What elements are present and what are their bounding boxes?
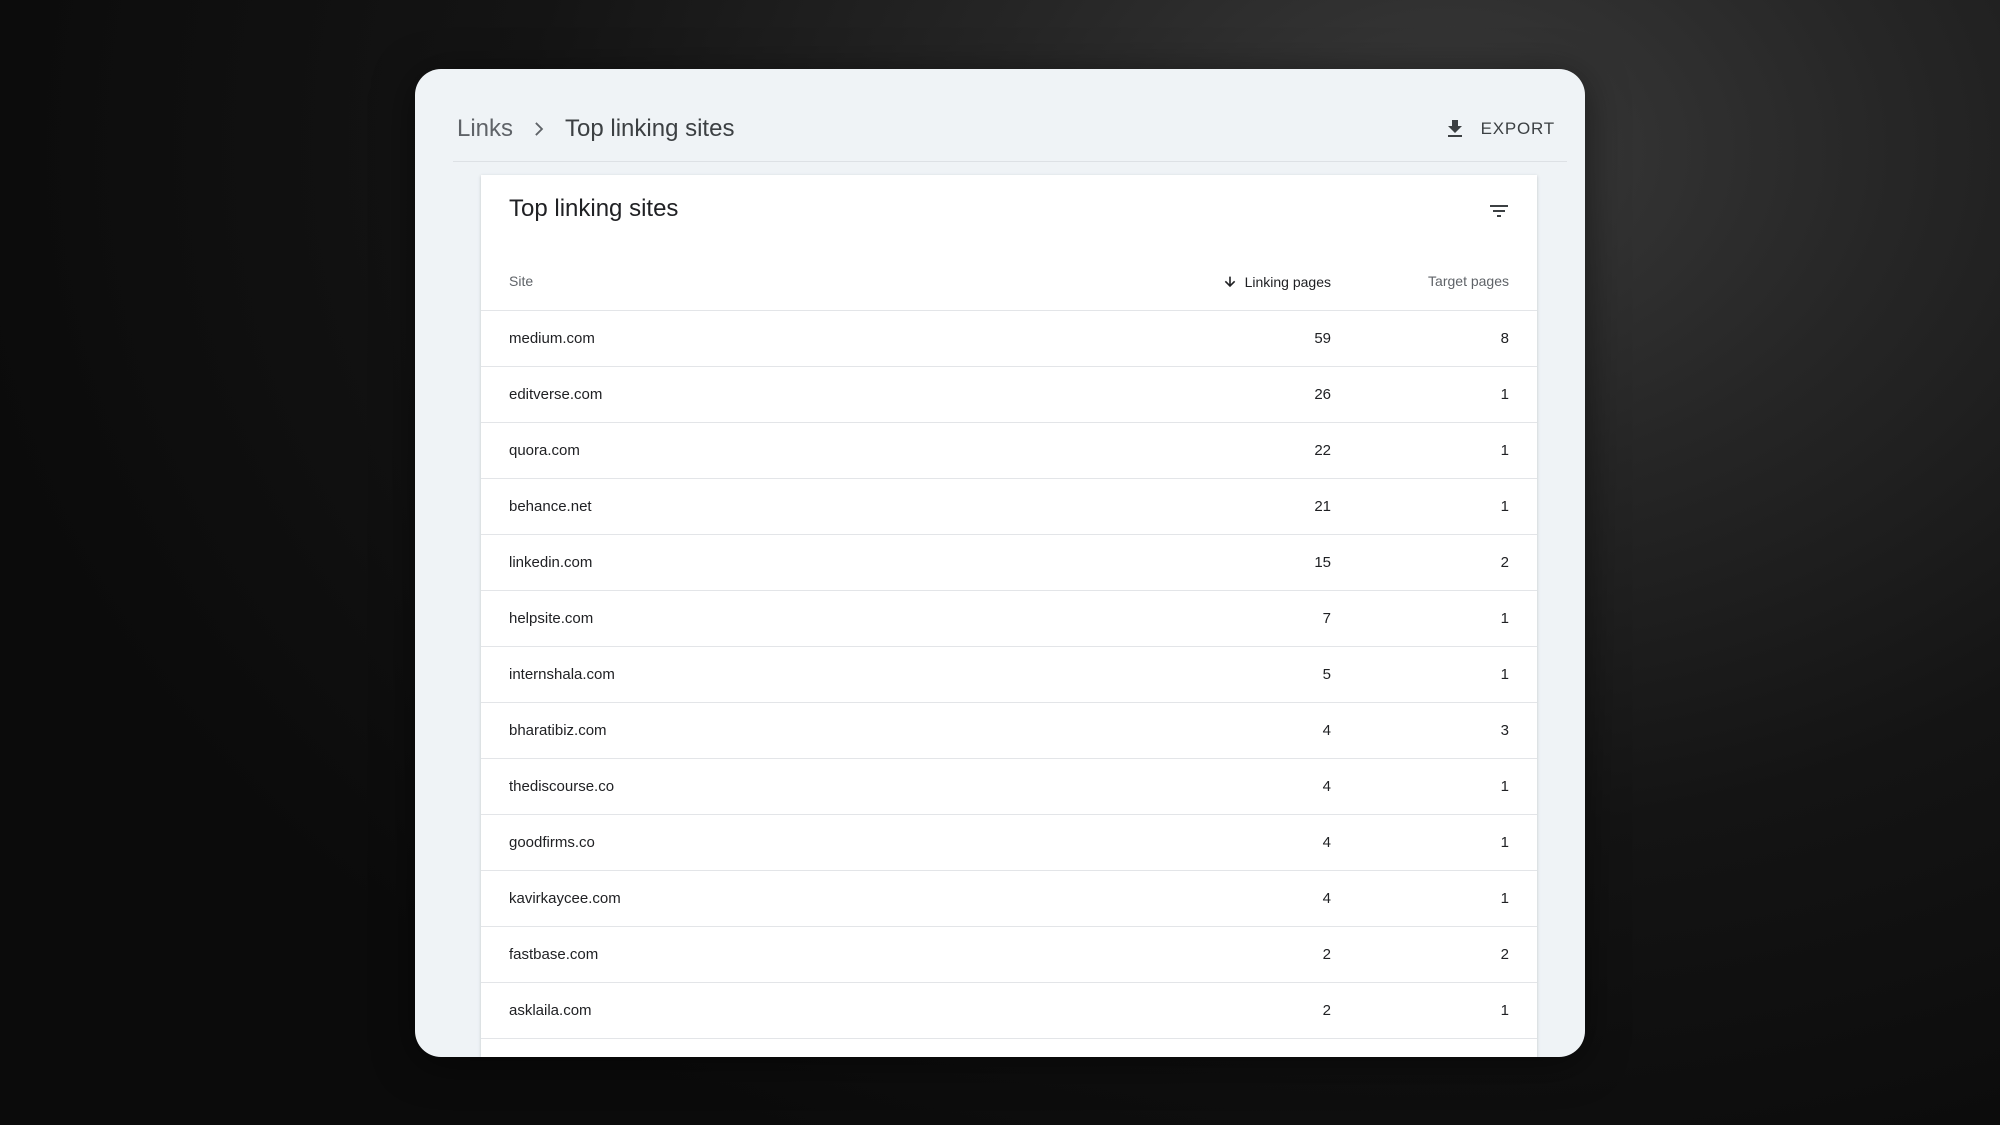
target-pages-cell: 8 bbox=[1500, 330, 1509, 347]
table-row[interactable]: bharatibiz.com 4 3 bbox=[481, 703, 1537, 759]
linking-pages-cell: 5 bbox=[1322, 666, 1331, 683]
top-bar: Links Top linking sites EXPORT bbox=[453, 69, 1567, 162]
target-pages-cell: 1 bbox=[1500, 666, 1509, 683]
table-row[interactable]: editverse.com 26 1 bbox=[481, 367, 1537, 423]
table-row[interactable]: goodfirms.co 4 1 bbox=[481, 815, 1537, 871]
site-cell: quora.com bbox=[509, 442, 580, 459]
target-pages-cell: 1 bbox=[1500, 1002, 1509, 1019]
linking-pages-cell: 59 bbox=[1314, 330, 1331, 347]
table-row[interactable]: internshala.com 5 1 bbox=[481, 647, 1537, 703]
site-cell: bharatibiz.com bbox=[509, 722, 607, 739]
app-window: Links Top linking sites EXPORT Top linki… bbox=[415, 69, 1585, 1057]
site-cell: fastbase.com bbox=[509, 946, 599, 963]
linking-pages-cell: 4 bbox=[1322, 778, 1331, 795]
linking-pages-cell: 21 bbox=[1314, 498, 1331, 515]
site-cell: asklaila.com bbox=[509, 1002, 592, 1019]
breadcrumb: Links Top linking sites bbox=[457, 111, 734, 147]
table-header: Site Linking pages Target pages bbox=[481, 255, 1537, 311]
site-cell: goodfirms.co bbox=[509, 834, 595, 851]
site-cell: editverse.com bbox=[509, 386, 603, 403]
table-row[interactable]: medium.com 59 8 bbox=[481, 311, 1537, 367]
table-body: medium.com 59 8 editverse.com 26 1 quora… bbox=[481, 311, 1537, 1039]
table-row[interactable]: asklaila.com 2 1 bbox=[481, 983, 1537, 1039]
table-row[interactable]: fastbase.com 2 2 bbox=[481, 927, 1537, 983]
top-linking-sites-card: Top linking sites Site Linking pages Tar… bbox=[481, 175, 1537, 1057]
target-pages-cell: 1 bbox=[1500, 610, 1509, 627]
linking-pages-cell: 7 bbox=[1322, 610, 1331, 627]
linking-pages-cell: 4 bbox=[1322, 834, 1331, 851]
linking-pages-cell: 4 bbox=[1322, 722, 1331, 739]
target-pages-cell: 1 bbox=[1500, 498, 1509, 515]
download-icon bbox=[1441, 115, 1469, 143]
target-pages-cell: 1 bbox=[1500, 442, 1509, 459]
target-pages-cell: 1 bbox=[1500, 386, 1509, 403]
column-header-linking-pages[interactable]: Linking pages bbox=[1221, 273, 1331, 291]
site-cell: behance.net bbox=[509, 498, 592, 515]
column-header-site[interactable]: Site bbox=[509, 273, 533, 289]
target-pages-cell: 2 bbox=[1500, 554, 1509, 571]
filter-button[interactable] bbox=[1481, 193, 1517, 229]
site-cell: thediscourse.co bbox=[509, 778, 615, 795]
breadcrumb-links-link[interactable]: Links bbox=[457, 115, 513, 143]
linking-pages-cell: 2 bbox=[1322, 1002, 1331, 1019]
site-cell: internshala.com bbox=[509, 666, 615, 683]
site-cell: linkedin.com bbox=[509, 554, 593, 571]
arrow-down-icon bbox=[1221, 273, 1239, 291]
target-pages-cell: 1 bbox=[1500, 778, 1509, 795]
linking-pages-cell: 15 bbox=[1314, 554, 1331, 571]
linking-pages-cell: 26 bbox=[1314, 386, 1331, 403]
column-header-linking-pages-label: Linking pages bbox=[1244, 274, 1331, 290]
table-row[interactable]: quora.com 22 1 bbox=[481, 423, 1537, 479]
chevron-right-icon bbox=[521, 111, 557, 147]
target-pages-cell: 2 bbox=[1500, 946, 1509, 963]
filter-icon bbox=[1490, 205, 1508, 217]
card-title: Top linking sites bbox=[509, 195, 679, 222]
export-label: EXPORT bbox=[1480, 119, 1555, 138]
breadcrumb-current: Top linking sites bbox=[565, 115, 735, 142]
column-header-target-pages[interactable]: Target pages bbox=[1428, 273, 1509, 289]
linking-pages-cell: 22 bbox=[1314, 442, 1331, 459]
linking-pages-cell: 4 bbox=[1322, 890, 1331, 907]
table-row[interactable]: behance.net 21 1 bbox=[481, 479, 1537, 535]
export-button[interactable]: EXPORT bbox=[1441, 111, 1555, 147]
table-row[interactable]: thediscourse.co 4 1 bbox=[481, 759, 1537, 815]
site-cell: medium.com bbox=[509, 330, 595, 347]
linking-pages-cell: 2 bbox=[1322, 946, 1331, 963]
target-pages-cell: 1 bbox=[1500, 890, 1509, 907]
target-pages-cell: 1 bbox=[1500, 834, 1509, 851]
table-row[interactable]: helpsite.com 7 1 bbox=[481, 591, 1537, 647]
site-cell: kavirkaycee.com bbox=[509, 890, 621, 907]
table-row[interactable]: linkedin.com 15 2 bbox=[481, 535, 1537, 591]
site-cell: helpsite.com bbox=[509, 610, 594, 627]
target-pages-cell: 3 bbox=[1500, 722, 1509, 739]
table-row[interactable]: kavirkaycee.com 4 1 bbox=[481, 871, 1537, 927]
